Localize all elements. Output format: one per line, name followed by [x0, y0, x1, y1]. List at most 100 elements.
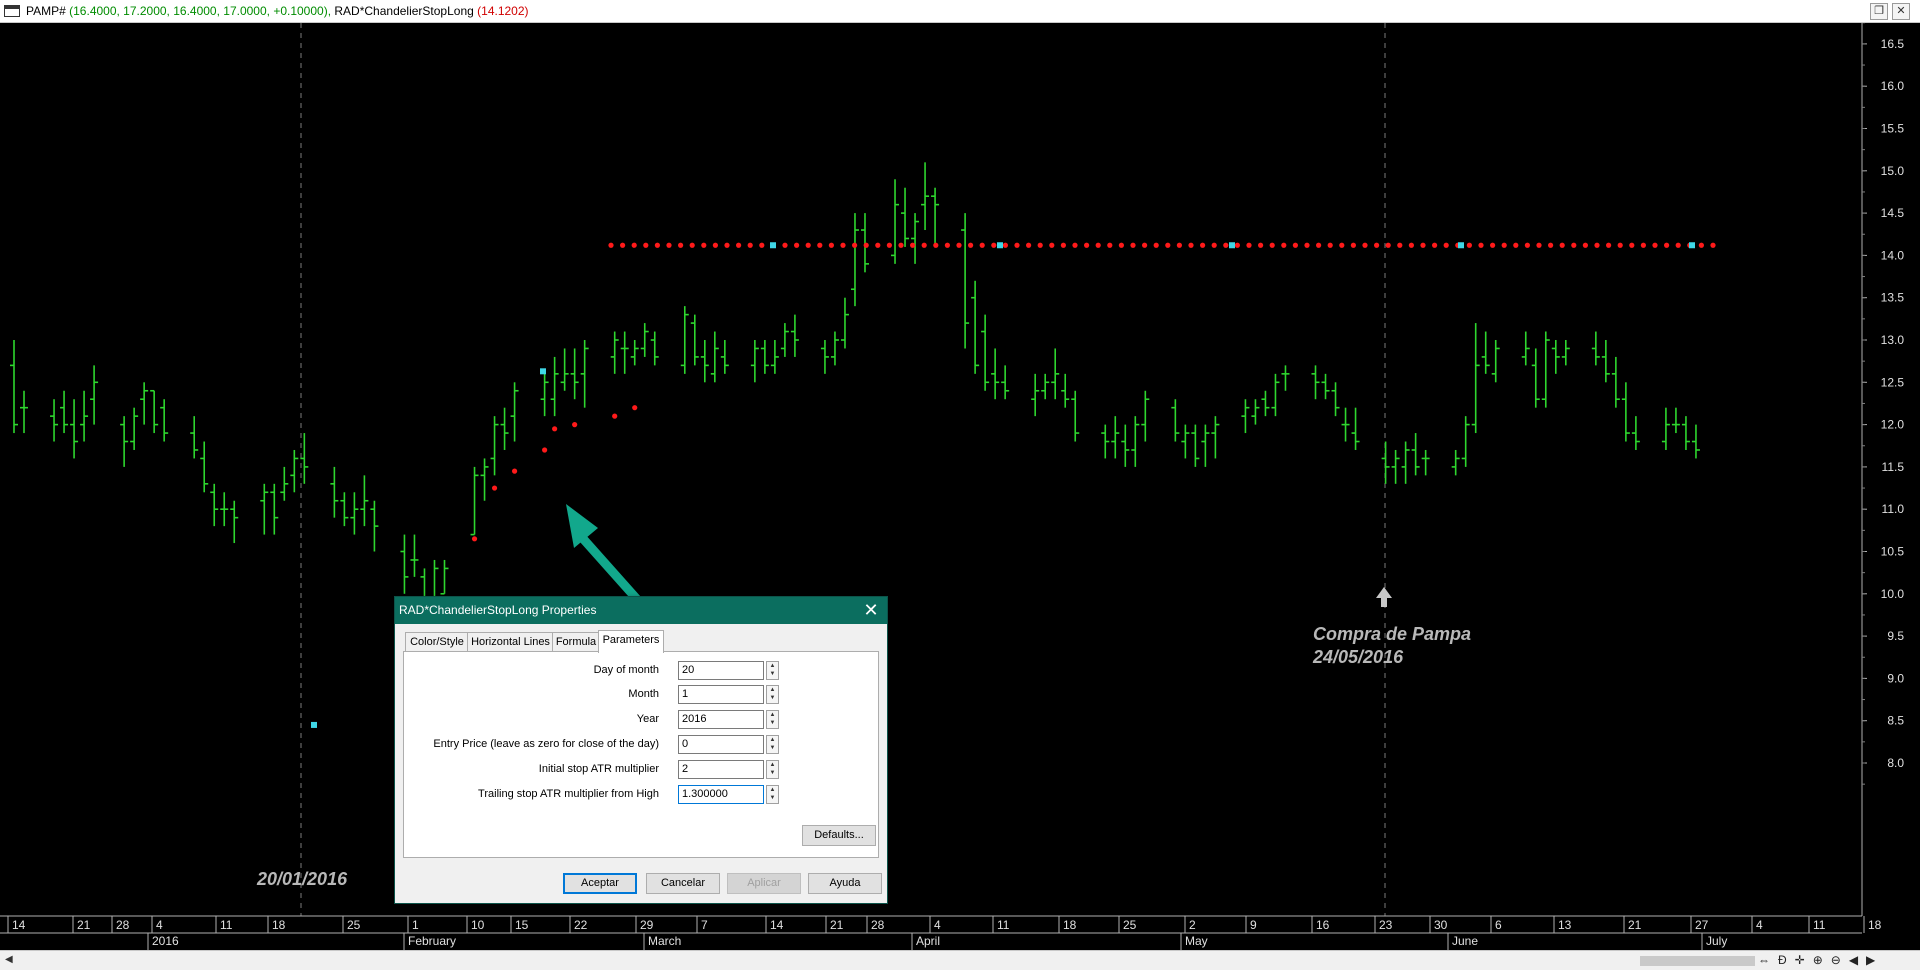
buy-date-annotation: 24/05/2016: [1313, 647, 1404, 667]
stop-line-dot: [1084, 242, 1090, 248]
close-window-button[interactable]: ✕: [1892, 3, 1910, 20]
stop-line-dot: [1142, 242, 1148, 248]
day-of-month-stepper[interactable]: ▲ ▼: [766, 661, 779, 680]
stop-line-dot: [759, 242, 765, 248]
stop-line-dot: [1211, 242, 1217, 248]
stop-line-dot: [1234, 242, 1240, 248]
window-title: PAMP# (16.4000, 17.2000, 16.4000, 17.000…: [26, 0, 529, 22]
tab-parameters[interactable]: Parameters: [598, 630, 664, 653]
stop-line-dot: [1026, 242, 1032, 248]
stop-dot: [511, 468, 518, 474]
horizontal-scrollbar[interactable]: ◀ ⇔Ð✛⊕⊖◀▶: [0, 950, 1920, 970]
month-label: 2016: [152, 934, 179, 948]
x-tick-label: 6: [1495, 918, 1502, 932]
x-tick-label: 30: [1434, 918, 1448, 932]
cancel-button[interactable]: Cancelar: [646, 873, 720, 894]
stop-line-dot: [840, 242, 846, 248]
stop-line-dot: [1269, 242, 1275, 248]
buy-label-annotation: Compra de Pampa: [1313, 624, 1472, 644]
stop-line-dot: [886, 242, 893, 248]
day-of-month-input[interactable]: 20: [678, 661, 764, 680]
indicator-value: (14.1202): [477, 4, 529, 18]
stop-line-dot: [747, 242, 753, 248]
stop-line-dot: [817, 242, 823, 248]
trailing-stop-input[interactable]: 1.300000: [678, 785, 764, 804]
stop-line-dot: [678, 242, 684, 248]
y-tick-label: 13.5: [1881, 291, 1905, 305]
stop-line-dot: [1049, 242, 1055, 248]
stop-dot: [612, 413, 618, 419]
stop-line-dot: [968, 242, 974, 248]
year-input[interactable]: 2016: [678, 710, 764, 729]
stop-line-dot: [782, 242, 788, 248]
parameters-panel: Day of month 20 ▲ ▼ Month 1 ▲ ▼ Year 2016 …: [403, 651, 879, 858]
y-tick-label: 14.0: [1881, 248, 1905, 262]
stop-line-dot: [1002, 242, 1009, 248]
stop-line-dot: [1397, 242, 1403, 248]
stop-line-dot: [1606, 242, 1612, 248]
trailing-stop-stepper[interactable]: ▲ ▼: [766, 785, 779, 804]
stop-line-dot: [736, 242, 742, 248]
stop-marker: [540, 368, 546, 375]
tab-formula[interactable]: Formula: [552, 632, 600, 652]
y-tick-label: 14.5: [1881, 206, 1905, 220]
stop-line-dot: [1629, 242, 1635, 248]
y-tick-label: 16.0: [1881, 79, 1905, 93]
help-button[interactable]: Ayuda: [808, 873, 882, 894]
entry-price-input[interactable]: 0: [678, 735, 764, 754]
x-tick-label: 18: [1063, 918, 1077, 932]
entry-date-annotation: 20/01/2016: [257, 869, 348, 889]
stop-line-dot: [1443, 242, 1449, 248]
month-input[interactable]: 1: [678, 685, 764, 704]
stop-line-dot: [875, 242, 881, 248]
stop-line-dot: [1536, 242, 1542, 248]
restore-window-button[interactable]: ❐: [1870, 3, 1888, 20]
y-tick-label: 9.0: [1887, 671, 1904, 685]
stop-line-dot: [1130, 242, 1136, 248]
stop-line-dot: [979, 242, 985, 248]
ok-button[interactable]: Aceptar: [563, 873, 637, 894]
stop-line-dot: [1408, 242, 1414, 248]
stop-line-dot: [933, 242, 939, 248]
properties-dialog: RAD*ChandelierStopLong Properties ✕ Colo…: [394, 596, 888, 904]
stop-line-dot: [1652, 242, 1658, 248]
month-label: February: [408, 934, 456, 948]
stop-line-dot: [956, 242, 962, 248]
scroll-thumb[interactable]: [1640, 956, 1755, 966]
stop-line-dot: [898, 242, 904, 248]
stop-line-dot: [689, 242, 695, 248]
y-tick-label: 8.0: [1887, 756, 1904, 770]
defaults-button[interactable]: Defaults...: [802, 825, 876, 846]
stop-line-dot: [1710, 242, 1716, 248]
dialog-close-icon[interactable]: ✕: [861, 597, 881, 624]
month-stepper[interactable]: ▲ ▼: [766, 685, 779, 704]
stop-marker: [1458, 242, 1464, 249]
x-tick-label: 9: [1250, 918, 1257, 932]
initial-stop-stepper[interactable]: ▲ ▼: [766, 760, 779, 779]
tab-color-style[interactable]: Color/Style: [405, 632, 469, 652]
chart-tool-icons[interactable]: ⇔Ð✛⊕⊖◀▶: [1758, 953, 1883, 967]
stop-line-dot: [1107, 242, 1113, 248]
initial-stop-input[interactable]: 2: [678, 760, 764, 779]
stop-line-dot: [1281, 242, 1287, 248]
stop-line-dot: [1571, 242, 1577, 248]
stop-line-dot: [1478, 242, 1484, 248]
stop-line-dot: [701, 242, 707, 248]
apply-button[interactable]: Aplicar: [727, 873, 801, 894]
tab-horizontal-lines[interactable]: Horizontal Lines: [467, 632, 554, 652]
stop-line-dot: [1037, 242, 1043, 248]
entry-price-stepper[interactable]: ▲ ▼: [766, 735, 779, 754]
x-axis: 14 21 28 4 11 18 25 1 10 15 22 29 7 14 21 28 4 11 18 25 2 9 16…: [0, 915, 1920, 950]
stop-line-dot: [1095, 242, 1101, 248]
scroll-left-icon[interactable]: ◀: [5, 954, 13, 965]
stop-line-dot: [1362, 242, 1368, 248]
y-tick-label: 12.5: [1881, 375, 1905, 389]
month-label: July: [1706, 934, 1727, 948]
x-tick-label: 16: [1316, 918, 1330, 932]
price-chart[interactable]: 8.0 8.5 9.0 9.5 10.0 10.5 11.0 11.5 12.0 12.5 13.0…: [0, 23, 1920, 950]
x-tick-label: 28: [871, 918, 885, 932]
stop-line-dot: [1316, 242, 1322, 248]
year-stepper[interactable]: ▲ ▼: [766, 710, 779, 729]
x-tick-label: 18: [1868, 918, 1882, 932]
stop-line-dot: [1072, 242, 1078, 248]
